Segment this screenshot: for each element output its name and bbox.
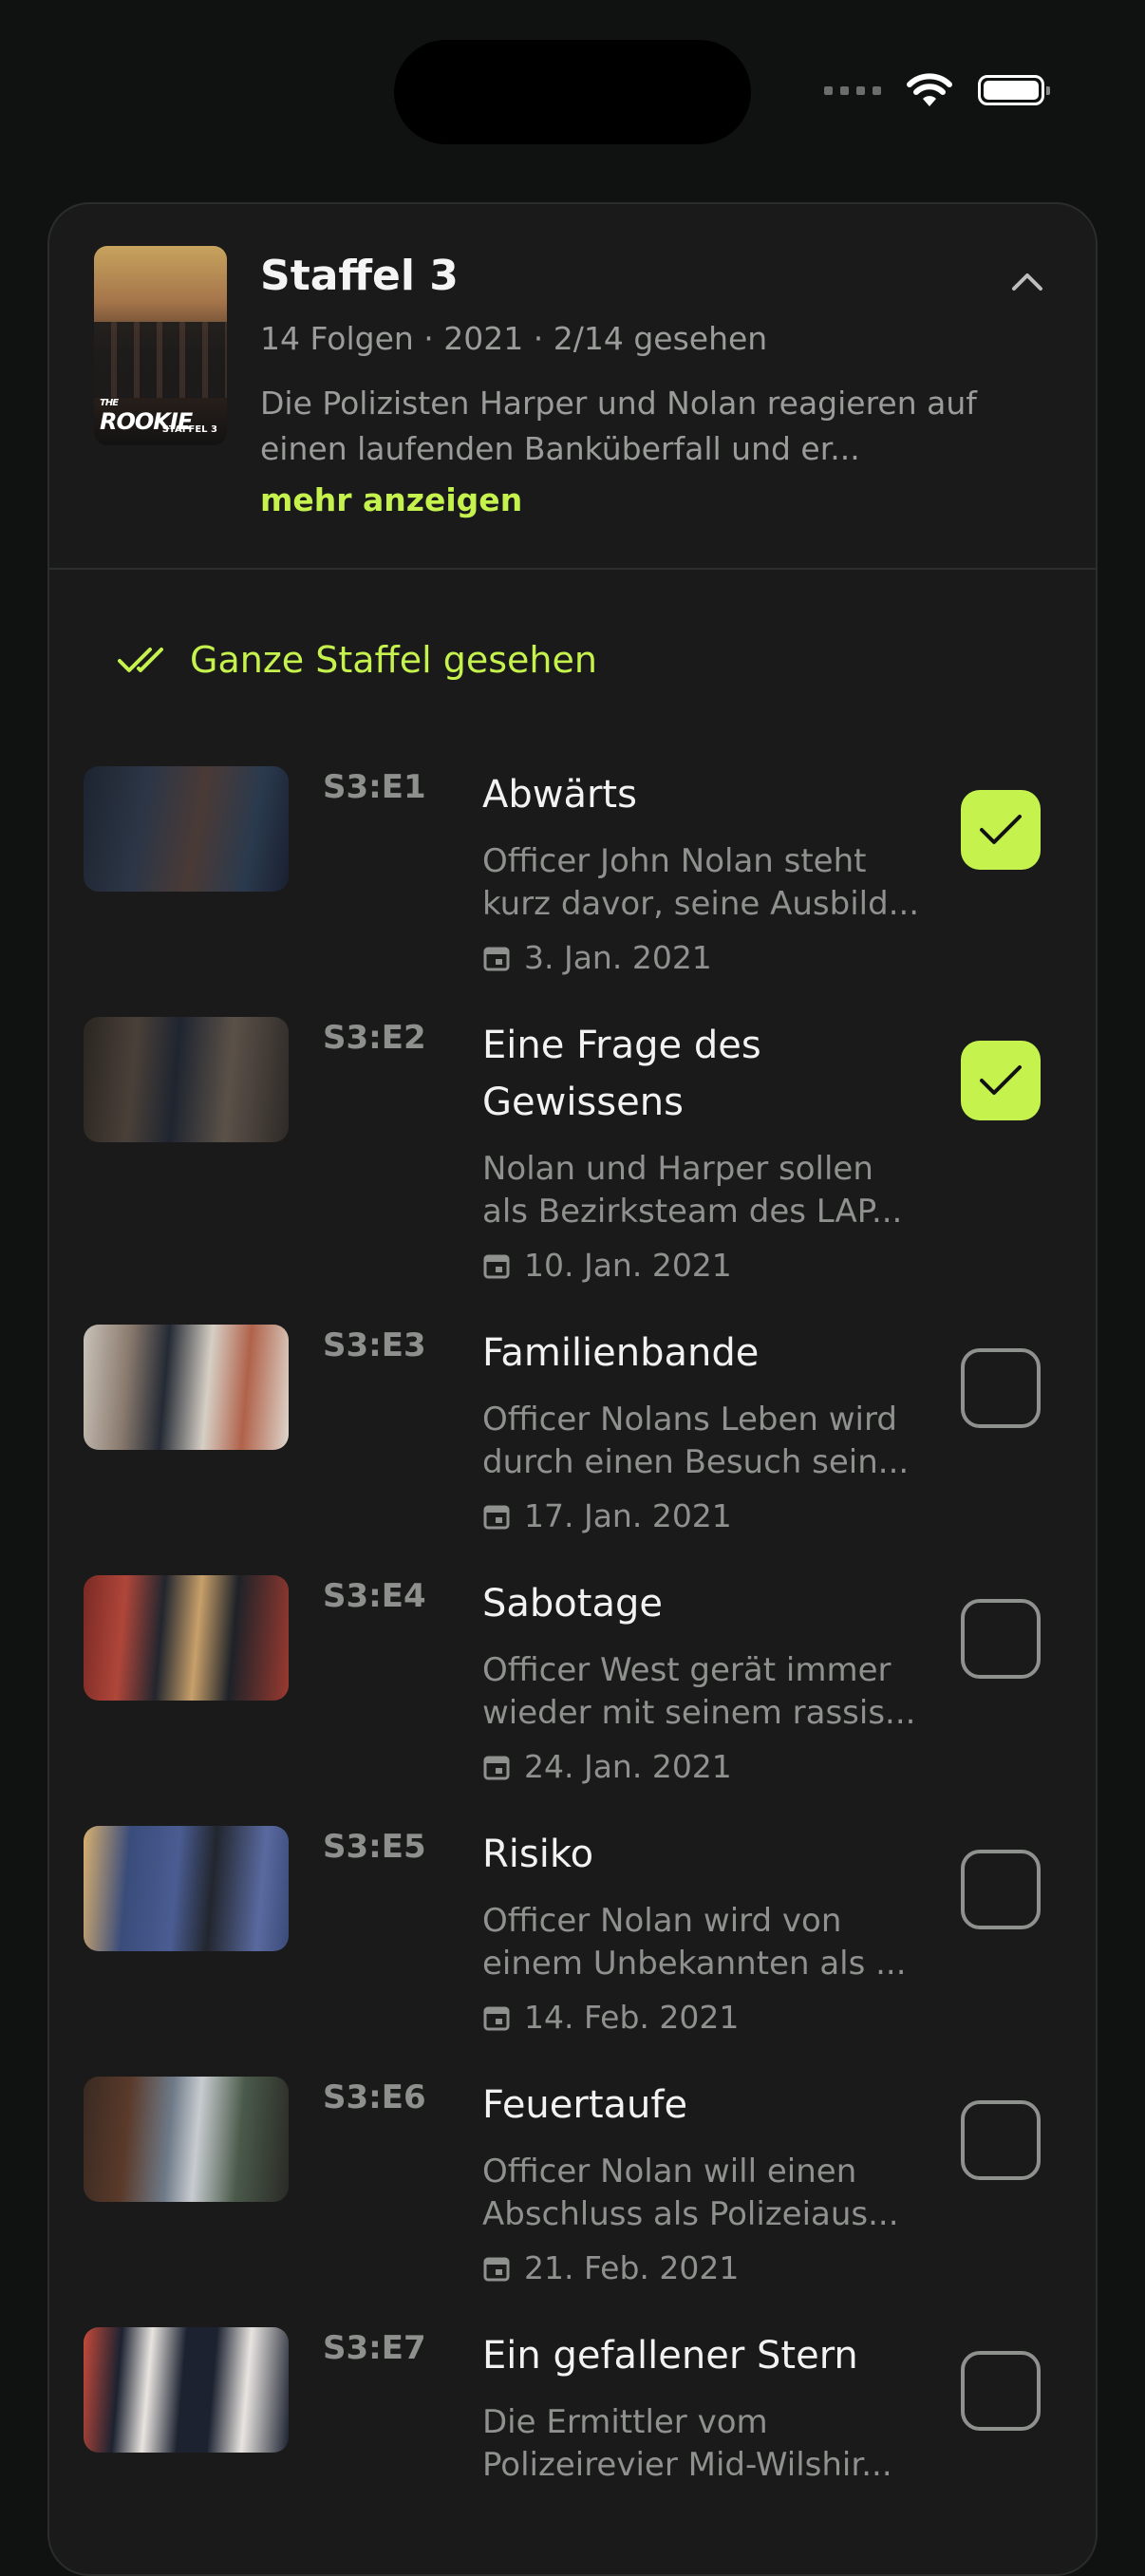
- episode-date: 3. Jan. 2021: [482, 939, 712, 976]
- episode-description: Officer Nolan wird von einem Unbekannten …: [482, 1902, 907, 1983]
- episode-title: Sabotage: [482, 1582, 663, 1626]
- episode-title: Feuertaufe: [482, 2083, 688, 2127]
- episode-code: S3:E5: [323, 1828, 426, 1866]
- episode-code: S3:E1: [323, 768, 426, 806]
- watched-checkbox[interactable]: [961, 2100, 1041, 2180]
- dynamic-island: [394, 40, 751, 144]
- calendar-icon: [483, 2257, 510, 2281]
- battery-icon: [978, 75, 1050, 105]
- calendar-icon: [483, 1505, 510, 1529]
- episode-description: Officer Nolan will einen Abschluss als Po…: [482, 2153, 899, 2233]
- season-poster: THE ROOKIE STAFFEL 3: [94, 246, 227, 445]
- episode-code: S3:E6: [323, 2078, 426, 2116]
- double-check-icon: [118, 648, 163, 672]
- watched-checkbox[interactable]: [961, 1041, 1041, 1120]
- watched-checkbox[interactable]: [961, 2351, 1041, 2431]
- episode-thumbnail: [84, 2077, 289, 2202]
- episode-description: Officer Nolans Leben wird durch einen Bes…: [482, 1401, 910, 1481]
- episode-thumbnail: [84, 766, 289, 892]
- episode-thumbnail: [84, 1575, 289, 1701]
- episode-thumbnail: [84, 1017, 289, 1142]
- episode-description: Die Ermittler vom Polizeirevier Mid-Wilsh…: [482, 2403, 892, 2484]
- show-more-link[interactable]: mehr anzeigen: [260, 481, 522, 518]
- chevron-up-icon[interactable]: [1008, 263, 1046, 301]
- checkmark-icon: [980, 815, 1022, 844]
- wifi-icon: [907, 73, 952, 106]
- episode-description: Nolan und Harper sollen als Bezirksteam d…: [482, 1150, 903, 1231]
- episode-title: Familienbande: [482, 1331, 760, 1375]
- episode-title: Ein gefallener Stern: [482, 2334, 858, 2378]
- episode-title: Abwärts: [482, 773, 637, 817]
- status-bar: [824, 72, 1050, 108]
- season-description: Die Polizisten Harper und Nolan reagiere…: [260, 385, 977, 467]
- episode-title: Eine Frage des Gewissens: [482, 1024, 761, 1124]
- checkmark-icon: [980, 1065, 1022, 1095]
- season-meta: 14 Folgen · 2021 · 2/14 gesehen: [260, 320, 768, 357]
- watched-checkbox[interactable]: [961, 790, 1041, 870]
- cellular-signal-icon: [824, 85, 881, 95]
- episode-thumbnail: [84, 1325, 289, 1450]
- episode-thumbnail: [84, 2327, 289, 2453]
- episode-date: 14. Feb. 2021: [482, 1999, 739, 2036]
- episode-date: 10. Jan. 2021: [482, 1247, 732, 1284]
- mark-season-watched-label: Ganze Staffel gesehen: [190, 639, 597, 681]
- watched-checkbox[interactable]: [961, 1850, 1041, 1929]
- episode-date: 21. Feb. 2021: [482, 2249, 739, 2286]
- episode-code: S3:E3: [323, 1326, 426, 1364]
- calendar-icon: [483, 1254, 510, 1278]
- episode-code: S3:E4: [323, 1577, 426, 1615]
- calendar-icon: [483, 947, 510, 970]
- season-title: Staffel 3: [260, 252, 459, 300]
- episode-code: S3:E2: [323, 1019, 426, 1057]
- episode-date: 24. Jan. 2021: [482, 1748, 732, 1785]
- episode-code: S3:E7: [323, 2329, 426, 2367]
- episode-thumbnail: [84, 1826, 289, 1951]
- season-card: THE ROOKIE STAFFEL 3 Staffel 3 14 Folgen …: [47, 202, 1098, 2576]
- calendar-icon: [483, 1756, 510, 1779]
- mark-season-watched-button[interactable]: Ganze Staffel gesehen: [118, 639, 597, 681]
- divider: [49, 568, 1096, 570]
- watched-checkbox[interactable]: [961, 1348, 1041, 1428]
- episode-title: Risiko: [482, 1833, 594, 1876]
- episode-description: Officer John Nolan steht kurz davor, sein…: [482, 842, 920, 923]
- watched-checkbox[interactable]: [961, 1599, 1041, 1679]
- episode-date: 17. Jan. 2021: [482, 1497, 732, 1534]
- calendar-icon: [483, 2006, 510, 2030]
- episode-description: Officer West gerät immer wieder mit seine…: [482, 1651, 916, 1732]
